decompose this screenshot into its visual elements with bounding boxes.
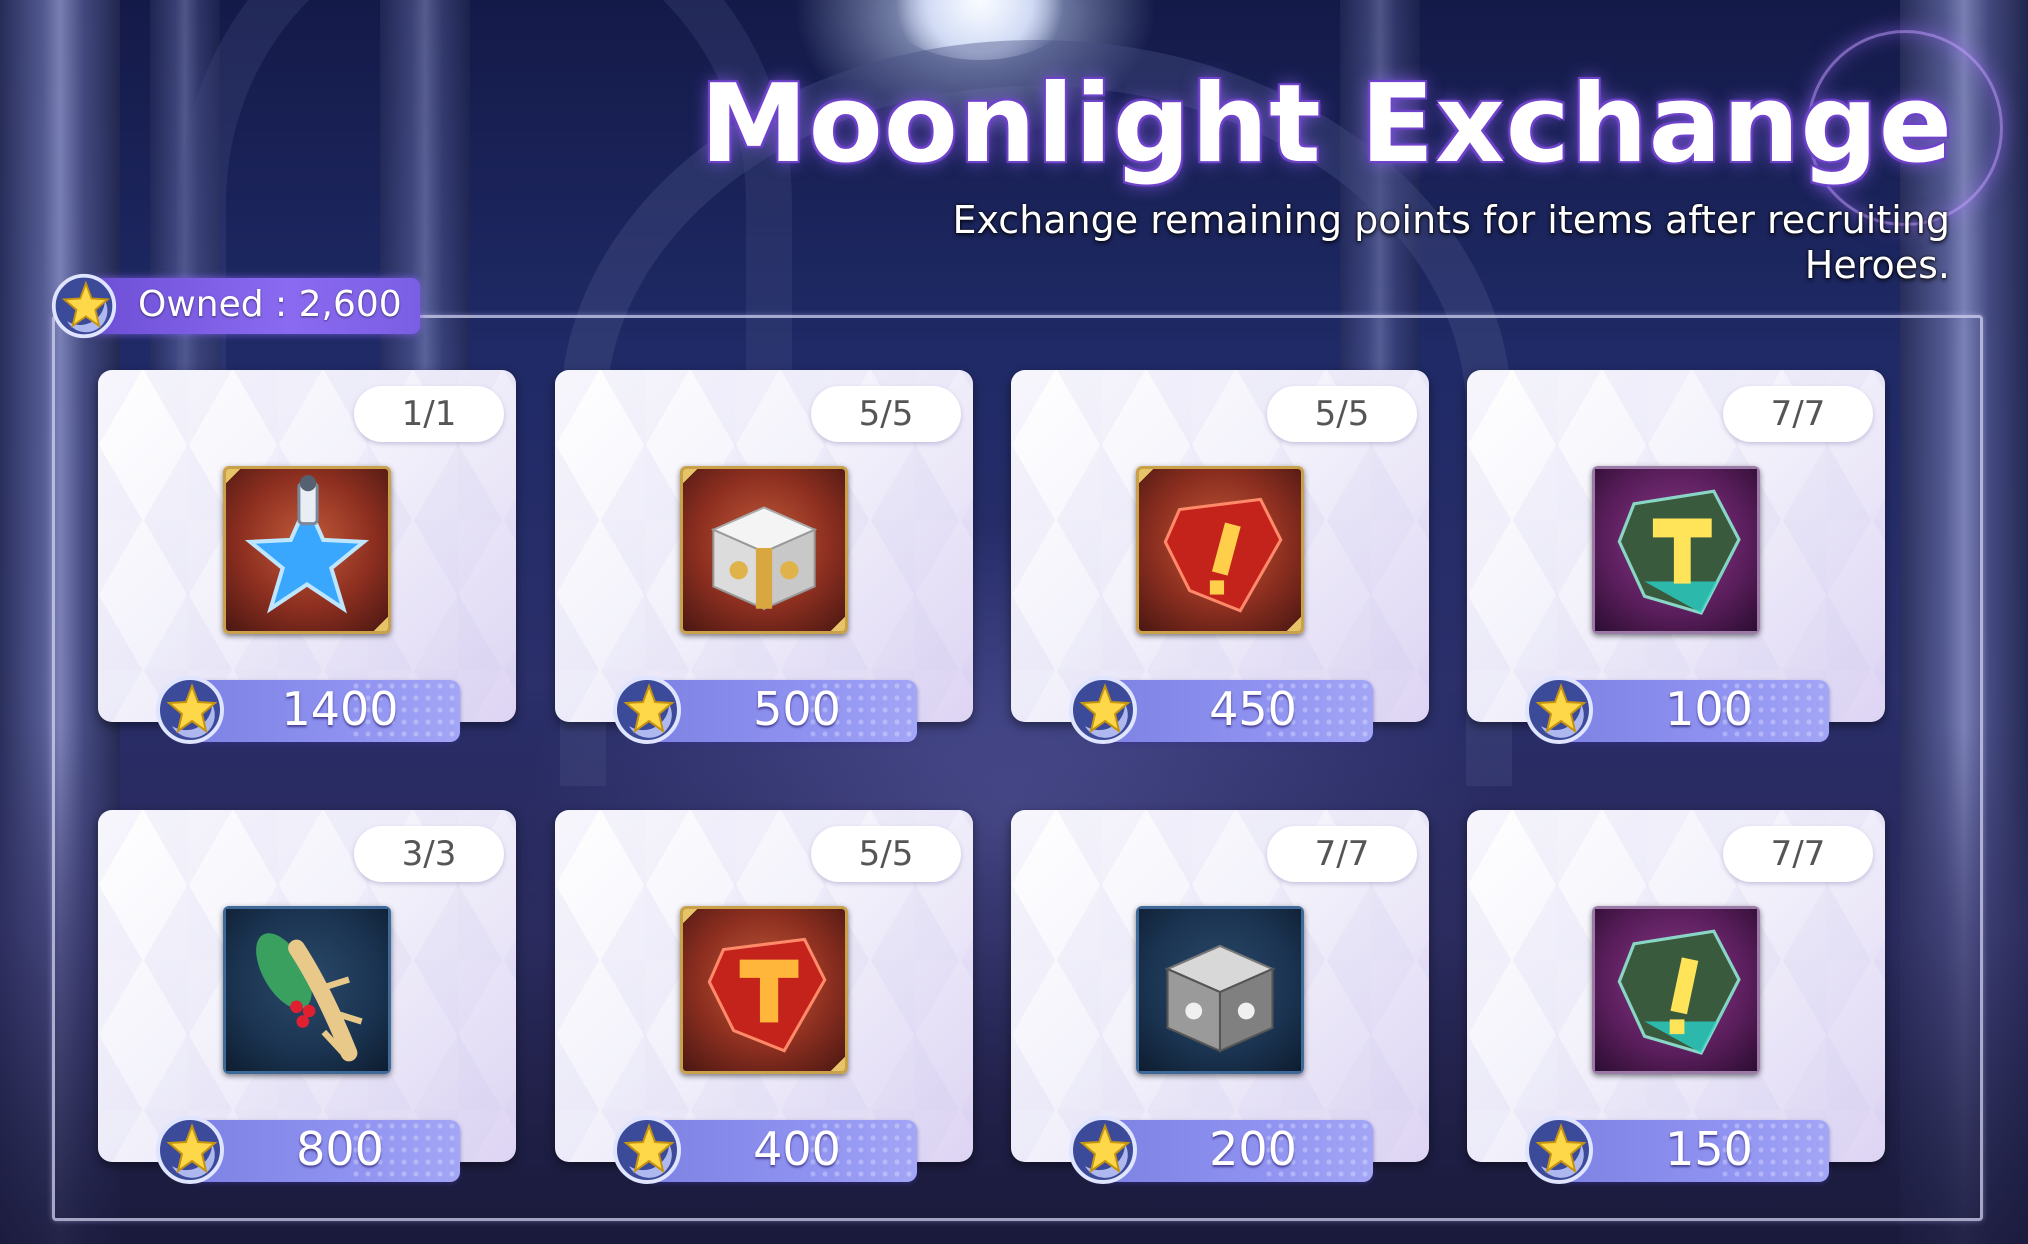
- price-value: 400: [753, 1122, 841, 1176]
- moon-star-coin-icon: [611, 1114, 683, 1186]
- moon-star-coin-icon: [51, 273, 117, 339]
- price-value: 1400: [281, 682, 399, 736]
- owned-label: Owned : 2,600: [138, 284, 402, 325]
- red-hammer-crystal-icon[interactable]: [680, 906, 848, 1074]
- moon-star-coin-icon: [1523, 674, 1595, 746]
- teal-hammer-crystal-icon[interactable]: [1592, 466, 1760, 634]
- blue-star-potion-icon[interactable]: [223, 466, 391, 634]
- page-subtitle: Exchange remaining points for items afte…: [952, 198, 1950, 287]
- price-value: 100: [1665, 682, 1753, 736]
- exchange-item-card[interactable]: 7/7 200: [1011, 810, 1429, 1184]
- purchase-limit-badge: 7/7: [1723, 826, 1873, 882]
- price-button[interactable]: 500: [611, 674, 1001, 744]
- exchange-item-card[interactable]: 5/5 400: [555, 810, 973, 1184]
- page-title: Moonlight Exchange: [700, 62, 1953, 187]
- price-value: 200: [1209, 1122, 1297, 1176]
- purchase-limit-badge: 7/7: [1267, 826, 1417, 882]
- moon-icon: [880, 0, 1080, 60]
- purchase-limit-badge: 1/1: [354, 386, 504, 442]
- moon-star-coin-icon: [611, 674, 683, 746]
- silver-chest-icon[interactable]: [1136, 906, 1304, 1074]
- exchange-item-card[interactable]: 1/1 1400: [98, 370, 516, 744]
- teal-exclamation-crystal-icon[interactable]: [1592, 906, 1760, 1074]
- price-button[interactable]: 400: [611, 1114, 1001, 1184]
- purchase-limit-badge: 5/5: [1267, 386, 1417, 442]
- white-gold-chest-icon[interactable]: [680, 466, 848, 634]
- purchase-limit-badge: 7/7: [1723, 386, 1873, 442]
- price-value: 450: [1209, 682, 1297, 736]
- moon-star-coin-icon: [1067, 1114, 1139, 1186]
- price-button[interactable]: 450: [1067, 674, 1457, 744]
- price-button[interactable]: 1400: [154, 674, 544, 744]
- purchase-limit-badge: 3/3: [354, 826, 504, 882]
- moon-star-coin-icon: [154, 1114, 226, 1186]
- purchase-limit-badge: 5/5: [811, 826, 961, 882]
- price-value: 150: [1665, 1122, 1753, 1176]
- moon-star-coin-icon: [1523, 1114, 1595, 1186]
- exchange-item-card[interactable]: 5/5 500: [555, 370, 973, 744]
- purchase-limit-badge: 5/5: [811, 386, 961, 442]
- price-value: 500: [753, 682, 841, 736]
- moon-star-coin-icon: [154, 674, 226, 746]
- ginseng-root-icon[interactable]: [223, 906, 391, 1074]
- exchange-item-card[interactable]: 3/3 800: [98, 810, 516, 1184]
- moon-star-coin-icon: [1067, 674, 1139, 746]
- red-exclamation-crystal-icon[interactable]: [1136, 466, 1304, 634]
- exchange-item-card[interactable]: 5/5 450: [1011, 370, 1429, 744]
- price-value: 800: [296, 1122, 384, 1176]
- price-button[interactable]: 100: [1523, 674, 1913, 744]
- price-button[interactable]: 150: [1523, 1114, 1913, 1184]
- price-button[interactable]: 200: [1067, 1114, 1457, 1184]
- exchange-item-card[interactable]: 7/7 100: [1467, 370, 1885, 744]
- exchange-item-card[interactable]: 7/7 150: [1467, 810, 1885, 1184]
- price-button[interactable]: 800: [154, 1114, 544, 1184]
